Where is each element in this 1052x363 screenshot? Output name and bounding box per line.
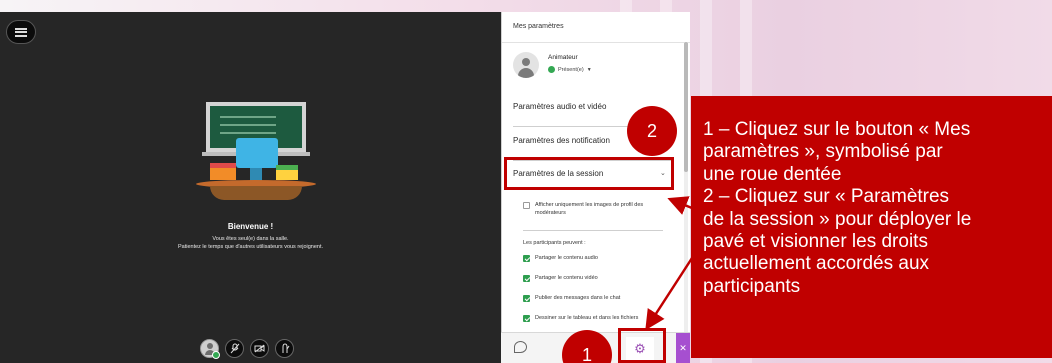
avatar-button[interactable]: [200, 339, 220, 359]
menu-button[interactable]: [6, 20, 36, 44]
computer-illustration: [236, 138, 278, 182]
panel-scrollbar[interactable]: [684, 42, 688, 332]
participants-label: Les participants peuvent :: [523, 240, 586, 246]
user-avatar: [513, 52, 539, 78]
session-highlight-box: [504, 157, 674, 190]
raise-hand-button[interactable]: [275, 339, 294, 358]
books-illustration: [210, 168, 236, 180]
close-panel-button[interactable]: ✕: [676, 333, 690, 363]
caret-down-icon: ▼: [586, 66, 592, 73]
permission-item[interactable]: Dessiner sur le tableau et dans les fich…: [523, 314, 658, 322]
presence-status: Présent(e): [558, 66, 584, 73]
step-badge-2: 2: [627, 106, 677, 156]
raise-hand-icon: [282, 343, 289, 353]
user-role: Animateur: [548, 54, 578, 61]
close-icon: ✕: [679, 343, 687, 353]
permission-item[interactable]: Publier des messages dans le chat: [523, 294, 658, 302]
checkbox[interactable]: [523, 295, 530, 302]
checkbox[interactable]: [523, 275, 530, 282]
welcome-message: Vous êtes seul(e) dans la salle.: [212, 236, 289, 242]
status-dot-icon: [548, 66, 555, 73]
permission-item[interactable]: Partager le contenu vidéo: [523, 274, 658, 282]
checkbox[interactable]: [523, 255, 530, 262]
camera-off-icon: [254, 344, 265, 353]
microphone-off-icon: [230, 343, 239, 354]
welcome-title: Bienvenue !: [227, 222, 274, 231]
welcome-message: Patientez le temps que d'autres utilisat…: [177, 244, 324, 250]
checkbox[interactable]: [523, 202, 530, 209]
presence-dot: [212, 351, 220, 359]
gear-highlight-box: [618, 328, 666, 363]
chat-icon[interactable]: [514, 341, 527, 353]
media-controls: [200, 339, 294, 359]
permission-item[interactable]: Partager le contenu audio: [523, 254, 658, 262]
microphone-off-button[interactable]: [225, 339, 244, 358]
classroom-stage: Bienvenue ! Vous êtes seul(e) dans la sa…: [0, 12, 501, 363]
instruction-callout: 1 – Cliquez sur le bouton « Mes paramètr…: [691, 96, 1052, 358]
checkbox[interactable]: [523, 315, 530, 322]
presence-selector[interactable]: Présent(e) ▼: [548, 66, 592, 73]
camera-off-button[interactable]: [250, 339, 269, 358]
classroom-illustration: [196, 94, 316, 204]
menu-icon: [15, 27, 27, 37]
panel-title: Mes paramètres: [513, 23, 564, 30]
books-illustration: [276, 170, 298, 180]
option-moderator-images[interactable]: Afficher uniquement les images de profil…: [523, 201, 658, 217]
